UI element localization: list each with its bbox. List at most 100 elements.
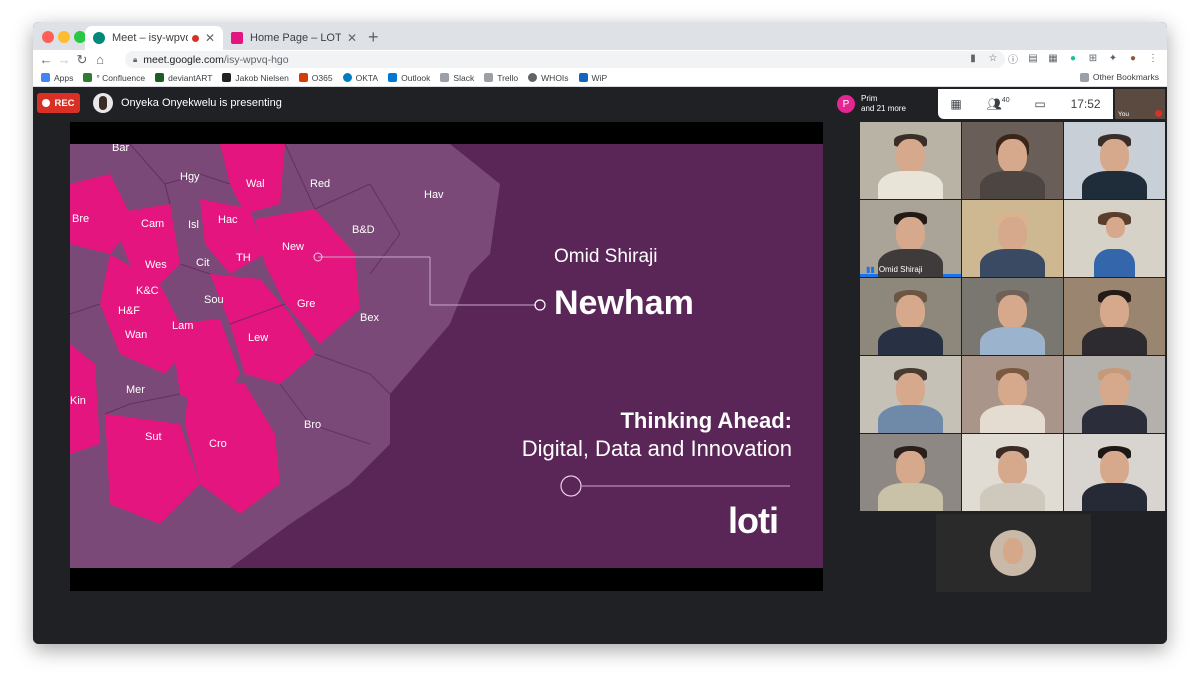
participant-tile[interactable] [860, 356, 961, 433]
participant-tile[interactable] [1064, 122, 1165, 199]
puzzle-icon[interactable]: ✦ [1107, 52, 1119, 64]
home-icon[interactable]: ⌂ [91, 52, 109, 67]
participant-tile[interactable] [1064, 356, 1165, 433]
camera-icon[interactable]: ▮ [967, 52, 979, 64]
participant-tile[interactable] [962, 278, 1063, 355]
map-label: Kin [70, 395, 86, 407]
bookmark-slack[interactable]: Slack [440, 73, 474, 83]
chat-icon[interactable]: ▭ [1034, 97, 1045, 111]
globe-icon [528, 73, 538, 82]
participant-tile[interactable] [1064, 278, 1165, 355]
map-label: Cro [209, 438, 227, 450]
speaking-icon: ▮▮ [866, 265, 875, 274]
info-icon[interactable]: ⓘ [1007, 52, 1019, 66]
participant-tile-avatar[interactable] [936, 514, 1091, 592]
bookmark-other[interactable]: Other Bookmarks [1079, 72, 1159, 82]
self-view[interactable]: You [1115, 89, 1165, 119]
folder-icon [440, 73, 450, 82]
people-icon: 👥︎ [986, 97, 1002, 111]
tab-title: Home Page – LOTI [250, 32, 341, 44]
minimize-window-button[interactable] [58, 31, 70, 43]
deviantart-icon [155, 73, 165, 82]
map-label: Wal [246, 178, 265, 190]
bookmark-whois[interactable]: WHOIs [528, 73, 569, 83]
participant-tile[interactable] [962, 122, 1063, 199]
meeting-controls: ▦ 👥︎ 40 ▭ 17:52 [938, 89, 1113, 119]
tab-meet[interactable]: Meet – isy-wpvq-hgo ✕ [85, 26, 223, 50]
address-bar[interactable]: 🔒︎ meet.google.com/isy-wpvq-hgo [125, 51, 1005, 68]
bookmark-okta[interactable]: OKTA [342, 73, 378, 83]
bookmark-apps[interactable]: Apps [41, 73, 73, 83]
map-label: Sut [145, 431, 162, 443]
presenter-info: Onyeka Onyekwelu is presenting [93, 93, 282, 113]
new-tab-button[interactable]: + [368, 27, 379, 48]
participants-summary: Prim and 21 more [861, 94, 906, 113]
participant-tile[interactable] [962, 200, 1063, 277]
nn-icon [222, 73, 232, 82]
participant-tile[interactable] [1064, 434, 1165, 511]
profile-avatar-icon[interactable]: ● [1127, 52, 1139, 64]
participant-avatar [990, 530, 1036, 576]
participant-count: 40 [1001, 97, 1010, 104]
tab-loti[interactable]: Home Page – LOTI ✕ [223, 26, 365, 50]
map-label: Lam [172, 320, 194, 332]
map-label: Bex [360, 312, 379, 324]
tab-title: Meet – isy-wpvq-hgo [112, 32, 188, 44]
map-label: Cam [141, 218, 165, 230]
calculator-icon[interactable]: ▦ [1047, 52, 1059, 64]
participant-tile[interactable] [1064, 200, 1165, 277]
map-label: Cit [196, 257, 210, 269]
presentation-stage: Bar Hgy Wal Red Hav Bre Cam Isl Hac New … [70, 122, 823, 591]
participant-tile[interactable] [860, 122, 961, 199]
record-dot-icon [42, 99, 51, 107]
map-label: Red [310, 178, 331, 190]
bookmark-deviantart[interactable]: deviantART [155, 73, 212, 83]
recording-indicator-icon [191, 34, 199, 42]
bookmark-confluence[interactable]: ° Confluence [83, 73, 145, 83]
url-host: meet.google.com [143, 53, 224, 66]
grammarly-icon[interactable]: ● [1067, 52, 1079, 64]
map-label: Wan [125, 329, 148, 341]
participant-tile[interactable] [860, 278, 961, 355]
bookmark-outlook[interactable]: Outlook [388, 73, 430, 83]
bookmark-wip[interactable]: WiP [578, 73, 607, 83]
loti-favicon-icon [231, 32, 243, 44]
browser-window: Meet – isy-wpvq-hgo ✕ Home Page – LOTI ✕… [33, 22, 1167, 644]
bookmark-jakob-nielsen[interactable]: Jakob Nielsen [222, 73, 289, 83]
map-label: H&F [118, 305, 140, 317]
tab-strip: Meet – isy-wpvq-hgo ✕ Home Page – LOTI ✕… [33, 22, 1167, 50]
back-icon[interactable]: ← [37, 52, 55, 67]
people-button[interactable]: 👥︎ 40 [987, 97, 1010, 111]
bookmark-trello[interactable]: Trello [484, 73, 518, 83]
star-icon[interactable]: ☆ [987, 52, 999, 64]
reload-icon[interactable]: ↻ [73, 52, 91, 68]
map-label: B&D [352, 224, 375, 236]
close-window-button[interactable] [42, 31, 54, 43]
outlook-icon [388, 73, 398, 82]
forward-icon[interactable]: → [55, 52, 73, 67]
map-label: Bro [304, 419, 322, 431]
slide-borough: Newham [554, 284, 694, 322]
participant-tile[interactable] [860, 434, 961, 511]
grid-icon[interactable]: ⊞ [1087, 52, 1099, 64]
close-tab-icon[interactable]: ✕ [347, 31, 357, 45]
extension-icon[interactable]: ▤ [1027, 52, 1039, 64]
bookmark-o365[interactable]: O365 [298, 73, 333, 83]
participant-avatar: P [837, 95, 855, 113]
folder-icon [484, 73, 494, 82]
map-label: Lew [248, 332, 269, 344]
participants-chip[interactable]: P Prim and 21 more [837, 89, 937, 119]
participant-tile-speaker[interactable]: ▮▮ Omid Shiraji [860, 200, 961, 277]
map-label: Gre [297, 298, 316, 310]
map-label: Hac [218, 214, 238, 226]
menu-icon[interactable]: ⋮ [1147, 52, 1159, 64]
participant-tile[interactable] [962, 434, 1063, 511]
layout-icon[interactable]: ▦ [950, 97, 961, 111]
participant-tile[interactable] [962, 356, 1063, 433]
slide-headline: Thinking Ahead: [620, 408, 792, 433]
close-tab-icon[interactable]: ✕ [205, 31, 215, 45]
map-label: New [282, 241, 305, 253]
map-label: TH [236, 252, 251, 264]
mic-off-icon [1155, 110, 1162, 117]
recording-badge: REC [37, 93, 80, 113]
